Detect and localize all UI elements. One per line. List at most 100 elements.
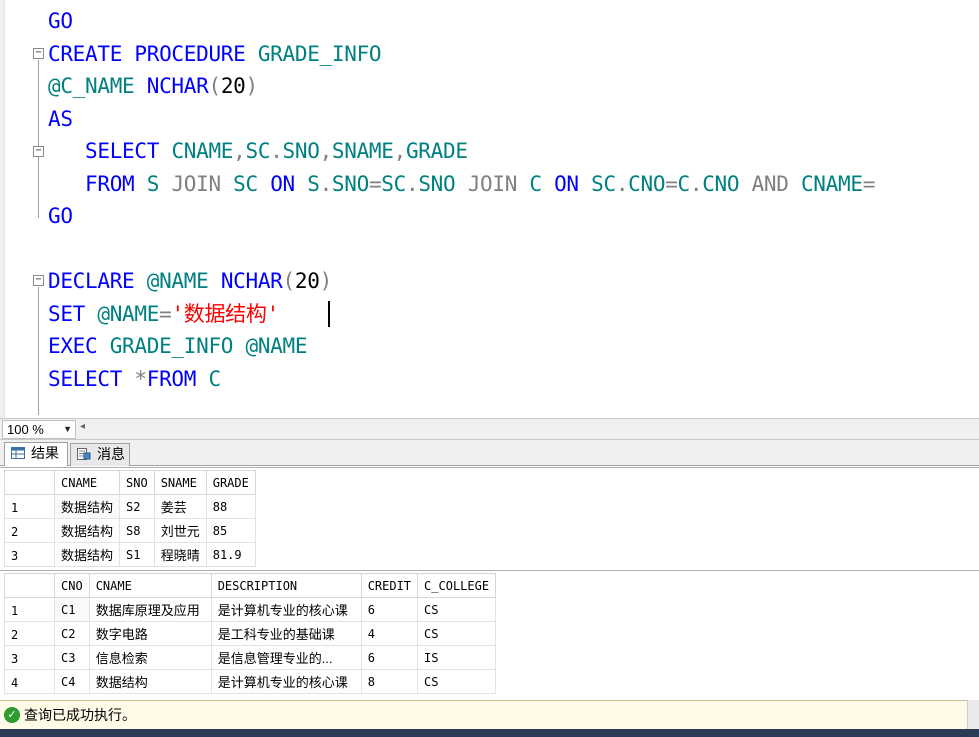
query-editor[interactable]: − − − GO CREATE PROCEDURE GRADE_INFO @C_NA… [0,0,979,418]
column-header[interactable]: CNAME [53,470,121,495]
code-token: , [319,139,333,163]
code-token: SET [48,301,98,326]
column-header[interactable]: C_COLLEGE [417,573,497,598]
grid-cell[interactable]: IS [417,645,497,670]
table-row[interactable]: 1 数据结构 S2 姜芸 88 [4,494,256,519]
code-token: SC [591,171,616,196]
collapse-declare-icon[interactable]: − [33,275,44,286]
table-row[interactable]: 2 数据结构 S8 刘世元 85 [4,518,256,543]
code-token: JOIN [171,171,234,196]
zoom-select[interactable]: 100 % ▼ [2,420,76,439]
column-header[interactable]: SNO [119,470,155,495]
grid-cell[interactable]: 数据结构 [53,494,121,519]
row-number[interactable]: 4 [4,669,55,694]
code-token: GRADE [405,139,468,163]
grid-cell[interactable]: S8 [119,518,155,543]
grid-cell[interactable]: 6 [360,597,419,622]
code-token: @NAME [245,334,308,358]
code-token: CNAME [800,171,863,196]
grid-cell[interactable]: CS [417,621,497,646]
row-number[interactable]: 3 [4,542,55,567]
result-table-1[interactable]: CNAME SNO SNAME GRADE 1 数据结构 S2 姜芸 88 2 数据结构 S8 刘世元… [4,470,256,567]
collapse-select-icon[interactable]: − [33,146,44,157]
code-token: JOIN [467,171,530,196]
row-number[interactable]: 1 [4,494,55,519]
message-icon [77,448,91,460]
code-line[interactable]: SELECT CNAME,SC.SNO,SNAME,GRADE [48,135,468,167]
grid-cell[interactable]: 是信息管理专业的... [210,645,362,670]
zoom-bar: 100 % ▼ ◂ [0,418,979,440]
table-row[interactable]: 4 C4 数据结构 是计算机专业的核心课 8 CS [4,669,497,694]
status-text: 查询已成功执行。 [24,707,136,723]
column-header[interactable]: DESCRIPTION [210,573,362,598]
table-row[interactable]: 2 C2 数字电路 是工科专业的基础课 4 CS [4,621,497,646]
grid-cell[interactable]: 姜芸 [153,494,207,519]
scroll-left-icon[interactable]: ◂ [80,421,85,432]
code-token: AND [751,171,801,196]
grid-cell[interactable]: 81.9 [205,542,256,567]
column-header[interactable]: GRADE [205,470,256,495]
row-number[interactable]: 1 [4,597,55,622]
code-line[interactable]: SELECT *FROM C [48,363,221,395]
grid-cell[interactable]: S1 [119,542,155,567]
code-line[interactable]: SET @NAME='数据结构' [48,298,279,330]
grid-cell[interactable]: C2 [54,621,90,646]
column-header[interactable]: SNAME [153,470,207,495]
grid-cell[interactable]: 数据库原理及应用 [88,597,212,622]
grid-cell[interactable]: 是计算机专业的核心课 [210,669,362,694]
collapse-procedure-icon[interactable]: − [33,48,44,59]
column-header[interactable]: CNO [54,573,90,598]
grid-cell[interactable]: 信息检索 [88,645,212,670]
grid-cell[interactable]: 程晓晴 [153,542,207,567]
tab-results[interactable]: 结果 [4,442,68,466]
grid-cell[interactable]: 是计算机专业的核心课 [210,597,362,622]
code-line[interactable]: AS [48,103,73,135]
code-line[interactable]: GO [48,200,73,232]
table-row[interactable]: 1 C1 数据库原理及应用 是计算机专业的核心课 6 CS [4,597,497,622]
table-row[interactable]: 3 C3 信息检索 是信息管理专业的... 6 IS [4,645,497,670]
result-table-2[interactable]: CNO CNAME DESCRIPTION CREDIT C_COLLEGE 1 C1 数据… [4,573,497,694]
code-line[interactable]: DECLARE @NAME NCHAR(20) [48,265,332,297]
code-token: , [393,139,407,163]
code-token: S [146,171,172,196]
grid-cell[interactable]: 88 [205,494,256,519]
table-row[interactable]: 3 数据结构 S1 程晓晴 81.9 [4,542,256,567]
grid-cell[interactable]: CS [417,597,497,622]
code-line[interactable]: FROM S JOIN SC ON S.SNO=SC.SNO JOIN C ON… [48,168,875,200]
row-number[interactable]: 2 [4,518,55,543]
grid-cell[interactable]: 数字电路 [88,621,212,646]
grid-cell[interactable]: 是工科专业的基础课 [210,621,362,646]
success-check-icon: ✓ [4,707,20,723]
code-token: ) [319,269,333,293]
code-line[interactable]: CREATE PROCEDURE GRADE_INFO [48,38,382,70]
result-grid-1[interactable]: CNAME SNO SNAME GRADE 1 数据结构 S2 姜芸 88 2 数据结构 S8 刘世元… [0,467,979,567]
column-header[interactable]: CREDIT [360,573,419,598]
column-header[interactable]: CNAME [88,573,212,598]
chevron-down-icon[interactable]: ▼ [63,421,72,438]
code-token: C [529,171,555,196]
grid-cell[interactable]: 85 [205,518,256,543]
code-token: AS [48,106,73,131]
grid-cell[interactable]: C1 [54,597,90,622]
row-number[interactable]: 2 [4,621,55,646]
vertical-scrollbar[interactable] [967,700,979,729]
code-line[interactable]: GO [48,5,73,37]
tab-messages[interactable]: 消息 [70,443,130,466]
result-grid-2[interactable]: CNO CNAME DESCRIPTION CREDIT C_COLLEGE 1 C1 数据… [0,570,979,700]
grid-cell[interactable]: 刘世元 [153,518,207,543]
grid-cell[interactable]: 6 [360,645,419,670]
grid-cell[interactable]: 4 [360,621,419,646]
row-number[interactable]: 3 [4,645,55,670]
grid-cell[interactable]: S2 [119,494,155,519]
grid-cell[interactable]: 数据结构 [53,542,121,567]
grid-cell[interactable]: C4 [54,669,90,694]
code-line[interactable]: @C_NAME NCHAR(20) [48,70,258,102]
code-token: ON [554,171,592,196]
grid-cell[interactable]: 8 [360,669,419,694]
code-line[interactable]: EXEC GRADE_INFO @NAME [48,330,308,362]
text-cursor [328,301,330,327]
grid-cell[interactable]: 数据结构 [53,518,121,543]
grid-cell[interactable]: CS [417,669,497,694]
grid-cell[interactable]: C3 [54,645,90,670]
grid-cell[interactable]: 数据结构 [88,669,212,694]
